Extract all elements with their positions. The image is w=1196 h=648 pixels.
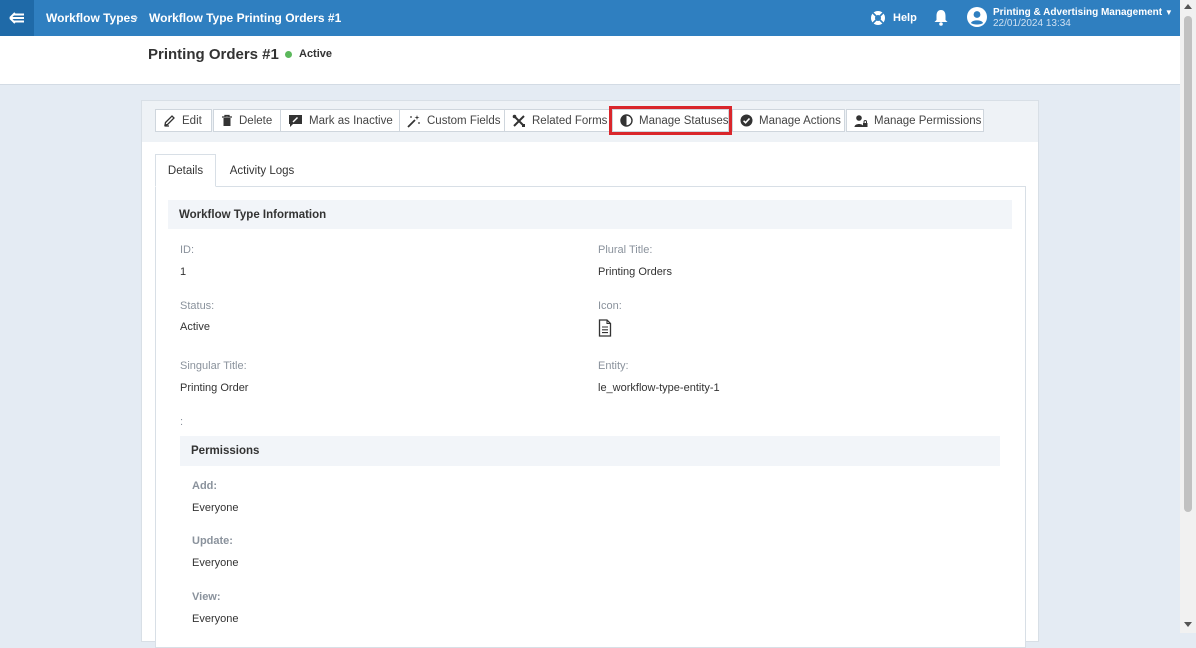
arrow-left-icon <box>9 12 24 24</box>
page-scrollbar[interactable] <box>1180 0 1196 633</box>
scroll-up-arrow-icon[interactable] <box>1184 4 1192 9</box>
entity-value: le_workflow-type-entity-1 <box>598 382 720 394</box>
scroll-down-arrow-icon[interactable] <box>1184 622 1192 627</box>
permission-add-value: Everyone <box>192 502 239 514</box>
status-badge: Active <box>299 48 333 60</box>
permission-view-value: Everyone <box>192 613 239 625</box>
lifebuoy-icon <box>871 11 885 25</box>
empty-field-label: : <box>180 416 184 428</box>
related-forms-button[interactable]: Related Forms <box>504 109 610 132</box>
manage-actions-label: Manage Actions <box>759 114 841 127</box>
trash-icon <box>222 114 232 126</box>
tools-icon <box>512 114 525 127</box>
breadcrumb-separator: › <box>134 10 138 24</box>
page-header: Printing Orders #1 Active <box>0 36 1180 85</box>
delete-label: Delete <box>239 114 273 127</box>
chevron-down-icon: ▼ <box>1164 8 1173 17</box>
plural-title-label: Plural Title: <box>598 244 653 256</box>
check-circle-icon <box>740 114 753 127</box>
id-value: 1 <box>180 266 187 278</box>
id-label: ID: <box>180 244 195 256</box>
permission-update-label: Update: <box>192 535 233 547</box>
status-dot-icon <box>285 51 292 58</box>
user-date: 22/01/2024 13:34 <box>993 18 1071 29</box>
permissions-header: Permissions <box>180 436 1000 466</box>
back-button[interactable] <box>0 0 34 36</box>
scroll-thumb[interactable] <box>1184 16 1192 512</box>
edit-button[interactable]: Edit <box>155 109 212 132</box>
entity-label: Entity: <box>598 360 629 372</box>
user-lock-icon <box>854 114 868 127</box>
notifications-bell[interactable] <box>933 9 949 31</box>
breadcrumb-workflow-types[interactable]: Workflow Types <box>46 11 137 25</box>
user-menu[interactable]: Printing & Advertising Management ▼ 22/0… <box>967 7 1173 29</box>
pencil-icon <box>164 115 175 127</box>
help-label: Help <box>893 12 917 24</box>
status-value: Active <box>180 321 210 333</box>
manage-permissions-label: Manage Permissions <box>874 114 982 127</box>
singular-title-label: Singular Title: <box>180 360 247 372</box>
plural-title-value: Printing Orders <box>598 266 672 278</box>
document-icon <box>598 319 612 337</box>
magic-wand-icon <box>407 114 420 128</box>
icon-label: Icon: <box>598 300 622 312</box>
edit-note-icon <box>289 114 302 127</box>
delete-button[interactable]: Delete <box>213 109 281 132</box>
top-navigation-bar: Workflow Types › Workflow Type Printing … <box>0 0 1180 36</box>
user-avatar-icon <box>967 7 987 27</box>
permission-add-label: Add: <box>192 480 218 492</box>
page-title: Printing Orders #1 <box>148 46 279 63</box>
permission-view-label: View: <box>192 591 221 603</box>
singular-title-value: Printing Order <box>180 382 249 394</box>
bell-icon <box>934 10 948 26</box>
help-button[interactable]: Help <box>870 10 917 26</box>
manage-actions-button[interactable]: Manage Actions <box>732 109 845 132</box>
tab-activity-logs[interactable]: Activity Logs <box>218 154 306 187</box>
custom-fields-label: Custom Fields <box>427 114 501 127</box>
custom-fields-button[interactable]: Custom Fields <box>399 109 505 132</box>
edit-label: Edit <box>182 114 202 127</box>
details-tab-content: Workflow Type Information ID: 1 Plural T… <box>155 186 1026 648</box>
action-toolbar: Edit Delete Mark as Inactive Custom Fiel… <box>142 101 1038 142</box>
mark-as-inactive-button[interactable]: Mark as Inactive <box>280 109 400 132</box>
status-label: Status: <box>180 300 215 312</box>
manage-statuses-label: Manage Statuses <box>639 114 729 127</box>
user-name: Printing & Advertising Management <box>993 7 1163 18</box>
workflow-type-information-header: Workflow Type Information <box>168 200 1012 229</box>
half-circle-status-icon <box>620 114 633 127</box>
permission-update-value: Everyone <box>192 557 239 569</box>
tab-details[interactable]: Details <box>155 154 216 187</box>
breadcrumb-current-page: Workflow Type Printing Orders #1 <box>149 11 342 25</box>
mark-as-inactive-label: Mark as Inactive <box>309 114 393 127</box>
manage-permissions-button[interactable]: Manage Permissions <box>846 109 984 132</box>
related-forms-label: Related Forms <box>532 114 608 127</box>
main-panel: Edit Delete Mark as Inactive Custom Fiel… <box>141 100 1039 648</box>
manage-statuses-button[interactable]: Manage Statuses <box>609 106 732 135</box>
